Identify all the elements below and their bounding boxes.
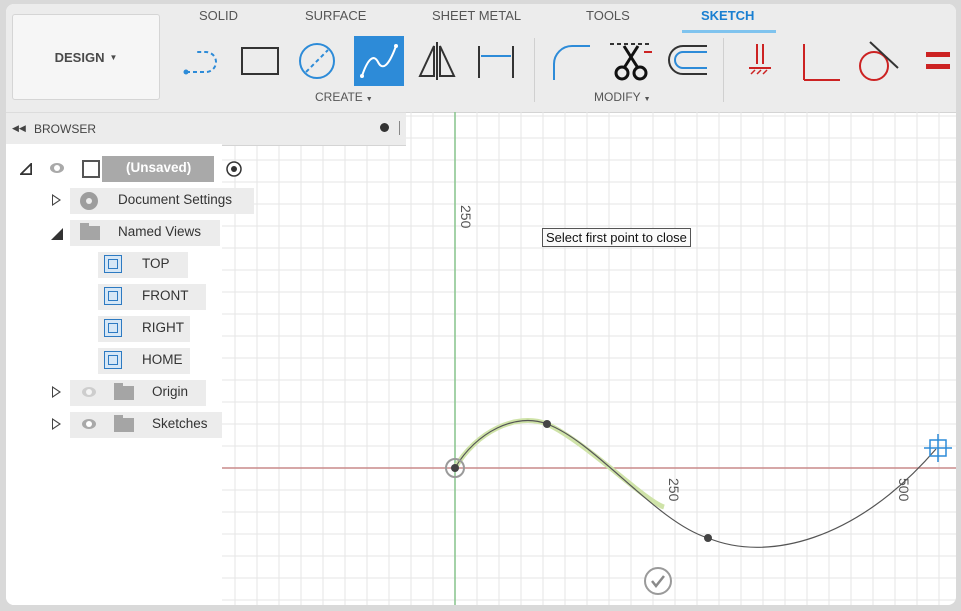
tree-item-origin[interactable]: Origin	[6, 380, 216, 406]
perpendicular-constraint-button[interactable]	[794, 36, 844, 86]
named-view-icon	[104, 319, 122, 337]
tree-item-label: TOP	[142, 256, 170, 271]
chevron-down-icon: ▼	[365, 96, 373, 103]
named-view-icon	[104, 255, 122, 273]
eye-off-icon[interactable]	[82, 387, 96, 397]
equal-constraint-icon	[926, 52, 950, 69]
tree-item-label: Document Settings	[118, 192, 233, 207]
browser-root-row[interactable]: (Unsaved)	[6, 156, 246, 182]
circle-tool-button[interactable]	[292, 36, 342, 86]
browser-tree: (Unsaved) Document Settings Named Views …	[6, 144, 254, 605]
chevron-down-icon: ▼	[643, 96, 651, 103]
axis-dimension-label: 500	[896, 478, 912, 502]
spline-fit-point	[451, 464, 459, 472]
collapsed-triangle-icon[interactable]	[52, 194, 61, 206]
tree-item-view-front[interactable]: FRONT	[6, 284, 216, 310]
fusion-window: DESIGN ▼ SOLID SURFACE SHEET METAL TOOLS…	[6, 4, 956, 605]
folder-icon	[114, 415, 134, 432]
tree-item-named-views[interactable]: Named Views	[6, 220, 226, 246]
collapsed-triangle-icon[interactable]	[52, 418, 61, 430]
tangent-constraint-button[interactable]	[852, 36, 902, 86]
modify-menu[interactable]: MODIFY ▼	[594, 90, 651, 104]
pin-icon[interactable]	[380, 123, 389, 132]
toolbar: DESIGN ▼ SOLID SURFACE SHEET METAL TOOLS…	[6, 4, 956, 113]
tab-sheet-metal[interactable]: SHEET METAL	[432, 8, 521, 23]
tree-item-label: FRONT	[142, 288, 189, 303]
axis-dimension-label: 250	[458, 205, 474, 229]
toolbar-separator	[723, 38, 724, 102]
tree-item-document-settings[interactable]: Document Settings	[6, 188, 256, 214]
activate-radio-icon[interactable]	[226, 161, 242, 177]
tree-item-label: Named Views	[118, 224, 202, 239]
tree-item-label: RIGHT	[142, 320, 184, 335]
tab-solid[interactable]: SOLID	[199, 8, 238, 23]
spline-curve	[454, 419, 937, 548]
equal-constraint-button[interactable]	[910, 36, 956, 86]
browser-title: BROWSER	[34, 122, 97, 136]
tree-item-view-right[interactable]: RIGHT	[6, 316, 206, 342]
center-point-arc-icon	[183, 51, 217, 75]
spline-fit-point	[704, 534, 712, 542]
active-tab-indicator	[682, 30, 776, 33]
tree-item-label: HOME	[142, 352, 183, 367]
tree-item-label: Origin	[152, 384, 189, 399]
tab-sketch[interactable]: SKETCH	[701, 8, 754, 23]
expanded-triangle-icon[interactable]	[20, 163, 32, 175]
tab-tools[interactable]: TOOLS	[586, 8, 630, 23]
toolbar-separator	[534, 38, 535, 102]
parallel-constraint-icon	[749, 44, 771, 75]
circle-icon	[299, 43, 335, 79]
create-menu[interactable]: CREATE ▼	[315, 90, 373, 104]
fillet-icon	[553, 45, 590, 80]
cursor-tooltip: Select first point to close	[542, 228, 691, 247]
rectangle-tool-button[interactable]	[235, 36, 285, 86]
mirror-tool-button[interactable]	[412, 36, 462, 86]
tree-item-sketches[interactable]: Sketches	[6, 412, 226, 438]
modify-label: MODIFY	[594, 90, 641, 104]
axis-dimension-label: 250	[666, 478, 682, 502]
root-component-label: (Unsaved)	[126, 160, 192, 175]
create-label: CREATE	[315, 90, 363, 104]
folder-icon	[80, 223, 100, 240]
resize-grip-icon[interactable]	[399, 121, 402, 135]
check-circle-icon	[644, 567, 672, 595]
named-view-icon	[104, 351, 122, 369]
spline-tool-button[interactable]	[354, 36, 404, 86]
tangent-constraint-icon	[859, 41, 899, 81]
folder-icon	[114, 383, 134, 400]
browser-header[interactable]: ◀◀ BROWSER	[6, 112, 406, 146]
spline-fit-point	[543, 420, 551, 428]
confirm-button[interactable]	[643, 566, 673, 601]
trim-icon	[610, 43, 652, 81]
center-point-arc-tool-button[interactable]	[180, 36, 230, 86]
offset-tool-button[interactable]	[661, 36, 711, 86]
eye-icon[interactable]	[82, 419, 96, 429]
workspace-switcher-button[interactable]: DESIGN ▼	[12, 14, 160, 100]
named-view-icon	[104, 287, 122, 305]
eye-icon[interactable]	[50, 163, 64, 173]
tree-item-view-top[interactable]: TOP	[6, 252, 206, 278]
tree-item-view-home[interactable]: HOME	[6, 348, 206, 374]
parallel-constraint-button[interactable]	[735, 36, 785, 86]
offset-icon	[668, 45, 707, 75]
chevron-down-icon: ▼	[109, 52, 118, 62]
spline-icon	[360, 44, 398, 78]
mirror-icon	[418, 42, 456, 80]
tree-item-label: Sketches	[152, 416, 208, 431]
workspace-label: DESIGN	[54, 49, 105, 65]
rectangle-icon	[241, 47, 279, 75]
gear-icon	[80, 192, 98, 210]
fillet-tool-button[interactable]	[546, 36, 596, 86]
tab-surface[interactable]: SURFACE	[305, 8, 366, 23]
perpendicular-constraint-icon	[803, 44, 840, 81]
collapsed-triangle-icon[interactable]	[52, 386, 61, 398]
trim-tool-button[interactable]	[606, 36, 656, 86]
component-icon	[82, 160, 100, 178]
spline-highlight	[452, 418, 548, 470]
collapse-panel-icon[interactable]: ◀◀	[12, 123, 26, 134]
expanded-triangle-icon[interactable]	[50, 227, 64, 241]
dimension-icon	[478, 46, 514, 78]
dimension-tool-button[interactable]	[471, 36, 521, 86]
